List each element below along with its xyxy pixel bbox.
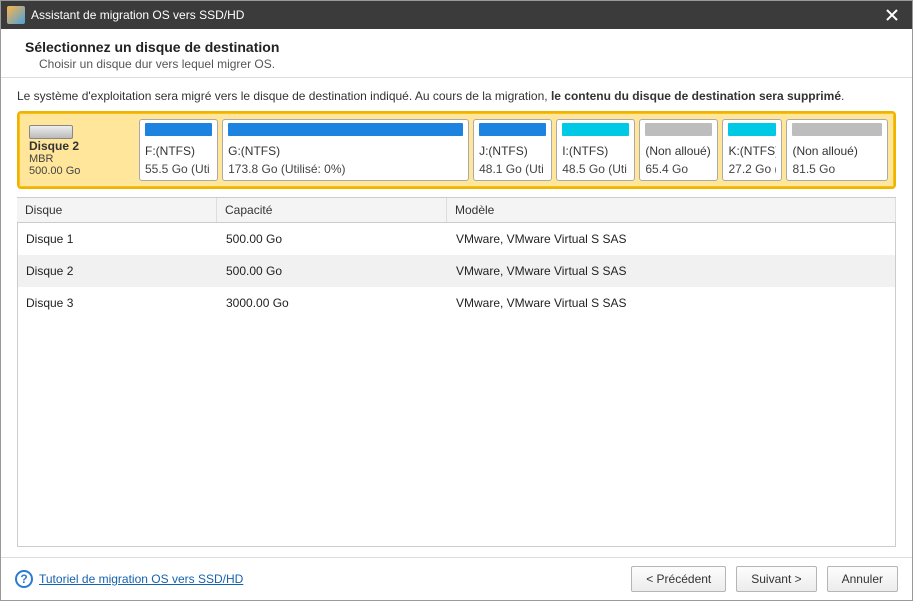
partition[interactable]: K:(NTFS) 27.2 Go (Uti <box>722 119 782 181</box>
page-title: Sélectionnez un disque de destination <box>25 39 888 55</box>
col-header-disk: Disque <box>17 198 217 222</box>
close-button[interactable] <box>878 1 906 29</box>
partition-label: (Non alloué) <box>792 144 882 158</box>
partition-bar <box>562 123 629 136</box>
prev-button[interactable]: < Précédent <box>631 566 726 592</box>
cell-disk: Disque 1 <box>18 223 218 255</box>
info-bold: le contenu du disque de destination sera… <box>551 89 841 103</box>
partition-label: F:(NTFS) <box>145 144 212 158</box>
partition-bar <box>228 123 463 136</box>
partition-size: 48.1 Go (Uti <box>479 162 546 176</box>
disk-name: Disque 2 <box>29 139 131 153</box>
partition-bar <box>728 123 776 136</box>
cell-capacity: 500.00 Go <box>218 255 448 287</box>
cell-capacity: 3000.00 Go <box>218 287 448 319</box>
cell-disk: Disque 2 <box>18 255 218 287</box>
partition-label: K:(NTFS) <box>728 144 776 158</box>
partition-bar <box>792 123 882 136</box>
app-icon <box>7 6 25 24</box>
partition-bar <box>145 123 212 136</box>
info-text: Le système d'exploitation sera migré ver… <box>17 88 896 105</box>
table-row[interactable]: Disque 33000.00 GoVMware, VMware Virtual… <box>18 287 895 319</box>
info-suffix: . <box>841 89 844 103</box>
next-button[interactable]: Suivant > <box>736 566 816 592</box>
disk-table: Disque 1500.00 GoVMware, VMware Virtual … <box>17 223 896 547</box>
partition-label: G:(NTFS) <box>228 144 463 158</box>
partition[interactable]: I:(NTFS) 48.5 Go (Uti <box>556 119 635 181</box>
table-header: Disque Capacité Modèle <box>17 197 896 223</box>
cell-model: VMware, VMware Virtual S SAS <box>448 255 895 287</box>
partition-size: 81.5 Go <box>792 162 882 176</box>
disk-scheme: MBR <box>29 153 131 165</box>
partition[interactable]: (Non alloué) 65.4 Go <box>639 119 718 181</box>
partition-size: 27.2 Go (Uti <box>728 162 776 176</box>
selected-disk-panel: Disque 2 MBR 500.00 Go F:(NTFS) 55.5 Go (… <box>17 111 896 189</box>
cell-capacity: 500.00 Go <box>218 223 448 255</box>
cell-model: VMware, VMware Virtual S SAS <box>448 287 895 319</box>
col-header-model: Modèle <box>447 198 896 222</box>
page-heading: Sélectionnez un disque de destination Ch… <box>1 29 912 77</box>
tutorial-help: ? Tutoriel de migration OS vers SSD/HD <box>15 570 243 588</box>
partition[interactable]: (Non alloué) 81.5 Go <box>786 119 888 181</box>
disk-icon <box>29 125 73 139</box>
disk-size: 500.00 Go <box>29 165 131 177</box>
cell-disk: Disque 3 <box>18 287 218 319</box>
partition-label: (Non alloué) <box>645 144 712 158</box>
footer: ? Tutoriel de migration OS vers SSD/HD <… <box>1 557 912 600</box>
page-subtitle: Choisir un disque dur vers lequel migrer… <box>25 57 888 71</box>
disk-summary: Disque 2 MBR 500.00 Go <box>27 119 135 181</box>
window-title: Assistant de migration OS vers SSD/HD <box>31 8 878 22</box>
partition-size: 55.5 Go (Uti <box>145 162 212 176</box>
table-row[interactable]: Disque 1500.00 GoVMware, VMware Virtual … <box>18 223 895 255</box>
partition-size: 65.4 Go <box>645 162 712 176</box>
cancel-button[interactable]: Annuler <box>827 566 898 592</box>
table-body: Disque 1500.00 GoVMware, VMware Virtual … <box>18 223 895 546</box>
help-icon: ? <box>15 570 33 588</box>
tutorial-link[interactable]: Tutoriel de migration OS vers SSD/HD <box>39 572 243 586</box>
info-prefix: Le système d'exploitation sera migré ver… <box>17 89 551 103</box>
partition-label: I:(NTFS) <box>562 144 629 158</box>
partition-bar <box>479 123 546 136</box>
col-header-capacity: Capacité <box>217 198 447 222</box>
partition[interactable]: J:(NTFS) 48.1 Go (Uti <box>473 119 552 181</box>
migration-wizard-window: Assistant de migration OS vers SSD/HD Sé… <box>0 0 913 601</box>
partition-label: J:(NTFS) <box>479 144 546 158</box>
partition-strip: F:(NTFS) 55.5 Go (Uti G:(NTFS) 173.8 Go (Ut… <box>139 119 888 181</box>
close-icon <box>886 9 898 21</box>
partition[interactable]: G:(NTFS) 173.8 Go (Utilisé: 0%) <box>222 119 469 181</box>
partition-size: 48.5 Go (Uti <box>562 162 629 176</box>
content-area: Le système d'exploitation sera migré ver… <box>1 78 912 557</box>
partition-bar <box>645 123 712 136</box>
partition[interactable]: F:(NTFS) 55.5 Go (Uti <box>139 119 218 181</box>
table-row[interactable]: Disque 2500.00 GoVMware, VMware Virtual … <box>18 255 895 287</box>
cell-model: VMware, VMware Virtual S SAS <box>448 223 895 255</box>
partition-size: 173.8 Go (Utilisé: 0%) <box>228 162 463 176</box>
titlebar: Assistant de migration OS vers SSD/HD <box>1 1 912 29</box>
